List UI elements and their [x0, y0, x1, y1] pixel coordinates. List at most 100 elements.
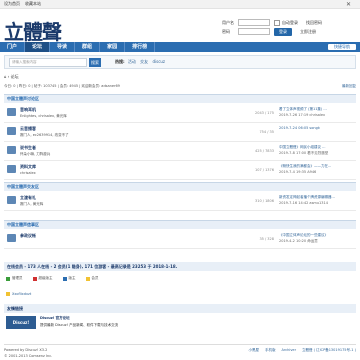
forum-moderators[interactable]: Enlightes, chrisalex, 黄光辉 — [20, 114, 67, 119]
forum-counts: 107 / 1376 — [255, 168, 274, 172]
forum-moderators[interactable]: 怀朵小嘛, 刀阵瘦兵 — [20, 152, 50, 157]
header: 立體聲 用户名 自动登录 找回密码 密码 登录 立即注册 — [0, 9, 360, 44]
legend-item: 超级版主 — [32, 276, 53, 281]
forum-icon — [7, 146, 16, 154]
friend-link-title[interactable]: Discuz! 官方论坛 — [40, 316, 118, 321]
legend-label: 版主 — [68, 276, 76, 280]
username-input[interactable] — [238, 19, 270, 26]
forum-name[interactable]: 资料文库 — [20, 164, 36, 170]
moderator-icon — [62, 276, 67, 281]
last-post-meta: 2019-7-4 19:35 A946 — [279, 170, 317, 174]
last-post-meta: 2019-7-26 17:19 chrisalex — [279, 113, 326, 117]
member-icon — [85, 276, 90, 281]
forgot-password-link[interactable]: 找回密码 — [306, 20, 322, 26]
footer-link[interactable]: 小黑屋 — [248, 348, 259, 360]
last-post-meta — [279, 132, 357, 138]
friend-link-desc: 提供最新 Discuz! 产品新闻、软件下载与技术交流 — [40, 323, 119, 327]
forum-counts: 425 / 7833 — [255, 149, 274, 153]
forum-name[interactable]: 云音播客 — [20, 126, 36, 132]
forum-last-post[interactable]: 《中国立体声论坛的一些建议》 2019-4-2 10:20 命运意 — [279, 233, 357, 245]
password-label: 密码 — [222, 28, 230, 34]
category-header[interactable]: 中国立體声信事区 — [4, 220, 356, 229]
legend-label: 会员 — [91, 276, 99, 280]
member-icon — [6, 292, 10, 296]
login-button[interactable]: 登录 — [274, 27, 292, 36]
category-header[interactable]: 中国立體声讨论区 — [4, 94, 356, 103]
main-nav: 门户 论坛 导读 群组 家园 排行榜 快捷导航 — [0, 42, 360, 52]
forum-last-post[interactable]: 看了立体声视频了 (第11集) ... 2019-7-26 17:19 chri… — [279, 107, 357, 119]
nav-tab-ranking[interactable]: 排行榜 — [125, 42, 156, 52]
nav-tab-home[interactable]: 家园 — [100, 42, 126, 52]
forum-last-post[interactable]: 2019-7-24 06:05 songk — [279, 126, 357, 138]
super-moderator-icon — [32, 276, 37, 281]
legend-item: 会员 — [85, 276, 99, 281]
online-members-header[interactable]: 在线会员 - 173 人在线 - 2 会员(1 隐身), 171 位游客 - 最… — [4, 262, 356, 271]
forum-counts: 35 / 328 — [259, 237, 274, 241]
category-header[interactable]: 中国立體声交友区 — [4, 182, 356, 191]
forum-name[interactable]: 立渡有礼 — [20, 195, 36, 201]
forum-row[interactable]: 参政议帐 35 / 328 《中国立体声论坛的一些建议》 2019-4-2 10… — [4, 230, 356, 249]
footer-link[interactable]: Archiver — [281, 348, 296, 360]
username-label: 用户名 — [222, 19, 234, 25]
remember-checkbox[interactable] — [274, 19, 280, 26]
last-post-meta: 2019-7-8 17:00 看不见烈魔型 — [279, 151, 329, 155]
search-bar: 请输入搜索内容 搜索 热搜: 活动 交友 discuz — [4, 55, 356, 69]
password-input[interactable] — [238, 28, 270, 35]
login-form: 用户名 自动登录 找回密码 密码 登录 立即注册 — [222, 18, 354, 36]
forum-row[interactable]: 资料文库 chrisalex 107 / 1376 《畅快生我的满都会》——力在… — [4, 161, 356, 180]
forum-row[interactable]: 云音播客 赛门人, ec2639914, 改变不了 754 / 35 2019-… — [4, 123, 356, 142]
top-bar: 设为首页 收藏本站 ✕ — [0, 0, 360, 9]
legend-label: 管理员 — [12, 276, 23, 280]
last-post-meta: 2019-7-16 14:42 asmu1314 — [279, 201, 328, 205]
remember-label: 自动登录 — [282, 19, 298, 25]
forum-stats: 今日: 0 | 昨日: 0 | 帖子: 103745 | 会员: 4945 | … — [4, 84, 356, 89]
forum-row[interactable]: 说书生者 怀朵小嘛, 刀阵瘦兵 425 / 7833 中国立體聲》网民小组建议 … — [4, 142, 356, 161]
discuz-logo[interactable]: Discuz! — [6, 316, 36, 329]
forum-moderators[interactable]: 赛门人, 黄光辉 — [20, 202, 43, 207]
friend-link-text: Discuz! 官方论坛 提供最新 Discuz! 产品新闻、软件下载与技术交流 — [40, 316, 118, 328]
forum-last-post[interactable]: 中国立體聲》网民小组建议 ... 2019-7-8 17:00 看不见烈魔型 — [279, 145, 357, 157]
forum-icon — [7, 234, 16, 242]
footer-link[interactable]: 手机版 — [265, 348, 276, 360]
search-button[interactable]: 搜索 — [89, 57, 101, 67]
online-user[interactable]: Xxoflixdxzt — [6, 292, 31, 296]
hot-search-link[interactable]: discuz — [152, 59, 165, 64]
nav-tab-forum[interactable]: 论坛 — [25, 42, 51, 52]
forum-counts: 2043 / 175 — [255, 111, 274, 115]
search-input[interactable]: 请输入搜索内容 — [9, 57, 87, 67]
online-user-name[interactable]: Xxoflixdxzt — [12, 292, 31, 296]
forum-icon — [7, 196, 16, 204]
hot-search-link[interactable]: 活动 — [128, 59, 136, 64]
hot-search-link[interactable]: 交友 — [140, 59, 148, 64]
forum-name[interactable]: 音响耳机 — [20, 107, 36, 113]
nav-tab-guide[interactable]: 导读 — [50, 42, 76, 52]
forum-row[interactable]: 音响耳机 Enlightes, chrisalex, 黄光辉 2043 / 17… — [4, 104, 356, 123]
hot-label: 热搜: — [115, 59, 125, 64]
footer: Powered by Discuz! X3.2 © 2001-2013 Coms… — [4, 344, 356, 360]
bookmark-link[interactable]: 收藏本站 — [25, 1, 41, 7]
forum-last-post[interactable]: 新资发定神起者播个牌资源编辑器... 2019-7-16 14:42 asmu1… — [279, 195, 357, 207]
close-icon[interactable]: ✕ — [346, 1, 351, 8]
hot-searches: 热搜: 活动 交友 discuz — [115, 59, 168, 65]
forum-counts: 754 / 35 — [259, 130, 274, 134]
forum-name[interactable]: 参政议帐 — [20, 233, 36, 239]
forum-last-post[interactable]: 《畅快生我的满都会》——力在... 2019-7-4 19:35 A946 — [279, 164, 357, 176]
nav-tab-portal[interactable]: 门户 — [0, 42, 26, 52]
forum-moderators[interactable]: 赛门人, ec2639914, 改变不了 — [20, 133, 69, 138]
stats-text: 今日: 0 | 昨日: 0 | 帖子: 103745 | 会员: 4945 | … — [4, 84, 120, 88]
forum-name[interactable]: 说书生者 — [20, 145, 36, 151]
register-link[interactable]: 立即注册 — [300, 29, 316, 35]
forum-row[interactable]: 立渡有礼 赛门人, 黄光辉 310 / 1806 新资发定神起者播个牌资源编辑器… — [4, 192, 356, 211]
breadcrumb[interactable]: ⌂ › 论坛 — [4, 74, 19, 80]
set-homepage-link[interactable]: 设为首页 — [4, 1, 20, 7]
forum-moderators[interactable]: chrisalex — [20, 171, 36, 175]
forum-icon — [7, 108, 16, 116]
friend-links-header: 友情链接 — [4, 304, 356, 313]
legend-item: 版主 — [62, 276, 76, 281]
quick-nav-button[interactable]: 快捷导航 — [328, 44, 356, 50]
forum-icon — [7, 127, 16, 135]
site-logo[interactable]: 立體聲 — [4, 16, 62, 45]
footer-link[interactable]: 立體聲 ( 辽ICP备13019175号-1 ) — [302, 348, 356, 360]
nav-tab-groups[interactable]: 群组 — [75, 42, 101, 52]
latest-replies-link[interactable]: 最新回复 — [342, 84, 356, 89]
